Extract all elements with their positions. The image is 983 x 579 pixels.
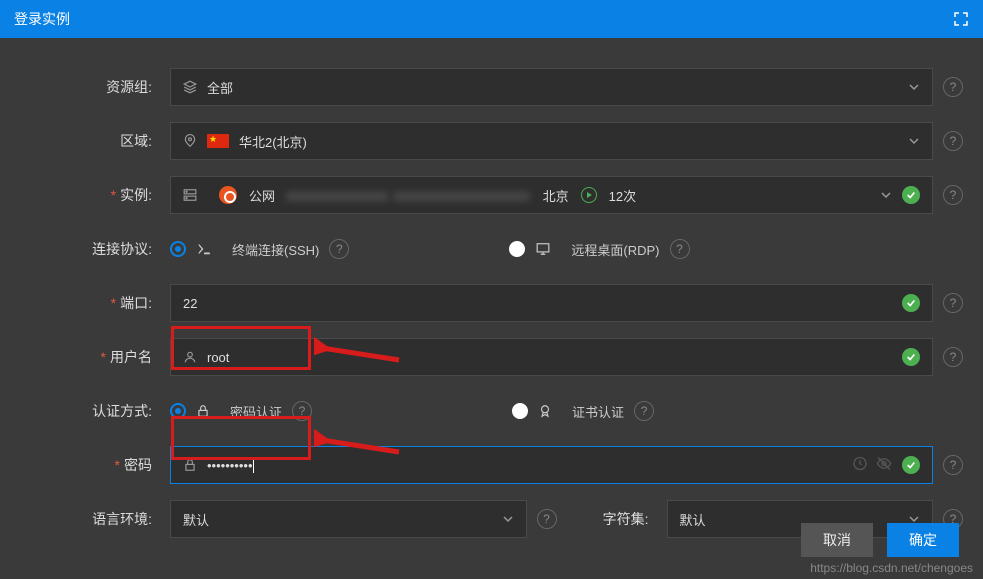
login-instance-dialog: 登录实例 资源组: 全部 — [0, 0, 983, 579]
radio-icon — [509, 241, 525, 257]
radio-icon — [170, 241, 186, 257]
form-body: 资源组: 全部 ? 区域: — [0, 38, 983, 574]
help-icon[interactable]: ? — [292, 401, 312, 421]
instance-count: 12次 — [609, 186, 636, 205]
label-resource-group: 资源组: — [20, 77, 170, 97]
region-select[interactable]: 华北2(北京) — [170, 122, 933, 160]
help-icon[interactable]: ? — [943, 293, 963, 313]
fullscreen-icon[interactable] — [953, 11, 969, 27]
locale-value: 默认 — [183, 510, 209, 529]
ubuntu-icon — [219, 186, 237, 204]
password-value: •••••••••• — [207, 458, 253, 473]
check-icon — [902, 348, 920, 366]
help-icon[interactable]: ? — [943, 77, 963, 97]
port-input[interactable]: 22 — [170, 284, 933, 322]
help-icon[interactable]: ? — [670, 239, 690, 259]
instance-ip-blurred: xxxxxxxxxxxx xxxxxxxxxxxxxxxx — [287, 188, 531, 203]
history-icon[interactable] — [852, 456, 868, 475]
label-username: *用户名 — [20, 347, 170, 367]
radio-ssh[interactable]: 终端连接(SSH) ? — [170, 239, 349, 259]
label-instance: *实例: — [20, 185, 170, 205]
label-password: *密码 — [20, 455, 170, 475]
password-input[interactable]: •••••••••• — [170, 446, 933, 484]
username-input[interactable]: root — [170, 338, 933, 376]
watermark-text: https://blog.csdn.net/chengoes — [810, 561, 973, 575]
instance-network: 公网 — [249, 186, 275, 205]
dialog-titlebar: 登录实例 — [0, 0, 983, 38]
check-icon — [902, 294, 920, 312]
cancel-button[interactable]: 取消 — [801, 523, 873, 557]
port-value: 22 — [183, 296, 197, 311]
help-icon[interactable]: ? — [943, 185, 963, 205]
chevron-down-icon — [908, 135, 920, 147]
radio-icon — [170, 403, 186, 419]
chevron-down-icon — [908, 81, 920, 93]
help-icon[interactable]: ? — [943, 347, 963, 367]
text-cursor — [253, 457, 254, 473]
label-auth-method: 认证方式: — [20, 401, 170, 421]
chevron-down-icon — [502, 513, 514, 525]
label-protocol: 连接协议: — [20, 239, 170, 259]
label-locale: 语言环境: — [20, 509, 170, 529]
lock-icon — [196, 404, 210, 418]
check-icon — [902, 186, 920, 204]
radio-password-auth[interactable]: 密码认证 ? — [170, 401, 312, 421]
server-icon — [183, 188, 197, 202]
help-icon[interactable]: ? — [943, 455, 963, 475]
label-region: 区域: — [20, 131, 170, 151]
resource-group-value: 全部 — [207, 78, 233, 97]
help-icon[interactable]: ? — [537, 509, 557, 529]
certificate-icon — [538, 404, 552, 418]
help-icon[interactable]: ? — [329, 239, 349, 259]
china-flag-icon — [207, 134, 229, 148]
terminal-icon — [196, 242, 212, 256]
location-icon — [183, 134, 197, 148]
check-icon — [902, 456, 920, 474]
dialog-title: 登录实例 — [14, 9, 70, 29]
eye-off-icon[interactable] — [876, 456, 892, 475]
chevron-down-icon — [880, 189, 892, 201]
play-icon — [581, 187, 597, 203]
cert-auth-label: 证书认证 — [572, 402, 624, 421]
charset-value: 默认 — [680, 510, 706, 529]
monitor-icon — [535, 242, 551, 256]
help-icon[interactable]: ? — [634, 401, 654, 421]
resource-group-select[interactable]: 全部 — [170, 68, 933, 106]
username-value: root — [207, 350, 229, 365]
confirm-button[interactable]: 确定 — [887, 523, 959, 557]
radio-rdp[interactable]: 远程桌面(RDP) ? — [509, 239, 689, 259]
instance-select[interactable]: 公网 xxxxxxxxxxxx xxxxxxxxxxxxxxxx 北京 12次 — [170, 176, 933, 214]
stack-icon — [183, 80, 197, 94]
dialog-footer: 取消 确定 — [801, 523, 959, 557]
label-charset: 字符集: — [577, 509, 667, 529]
radio-cert-auth[interactable]: 证书认证 ? — [512, 401, 654, 421]
rdp-label: 远程桌面(RDP) — [571, 240, 659, 259]
radio-icon — [512, 403, 528, 419]
instance-region: 北京 — [543, 186, 569, 205]
locale-select[interactable]: 默认 — [170, 500, 527, 538]
lock-icon — [183, 458, 197, 472]
user-icon — [183, 350, 197, 364]
help-icon[interactable]: ? — [943, 131, 963, 151]
region-value: 华北2(北京) — [239, 132, 307, 151]
ssh-label: 终端连接(SSH) — [232, 240, 319, 259]
label-port: *端口: — [20, 293, 170, 313]
password-auth-label: 密码认证 — [230, 402, 282, 421]
